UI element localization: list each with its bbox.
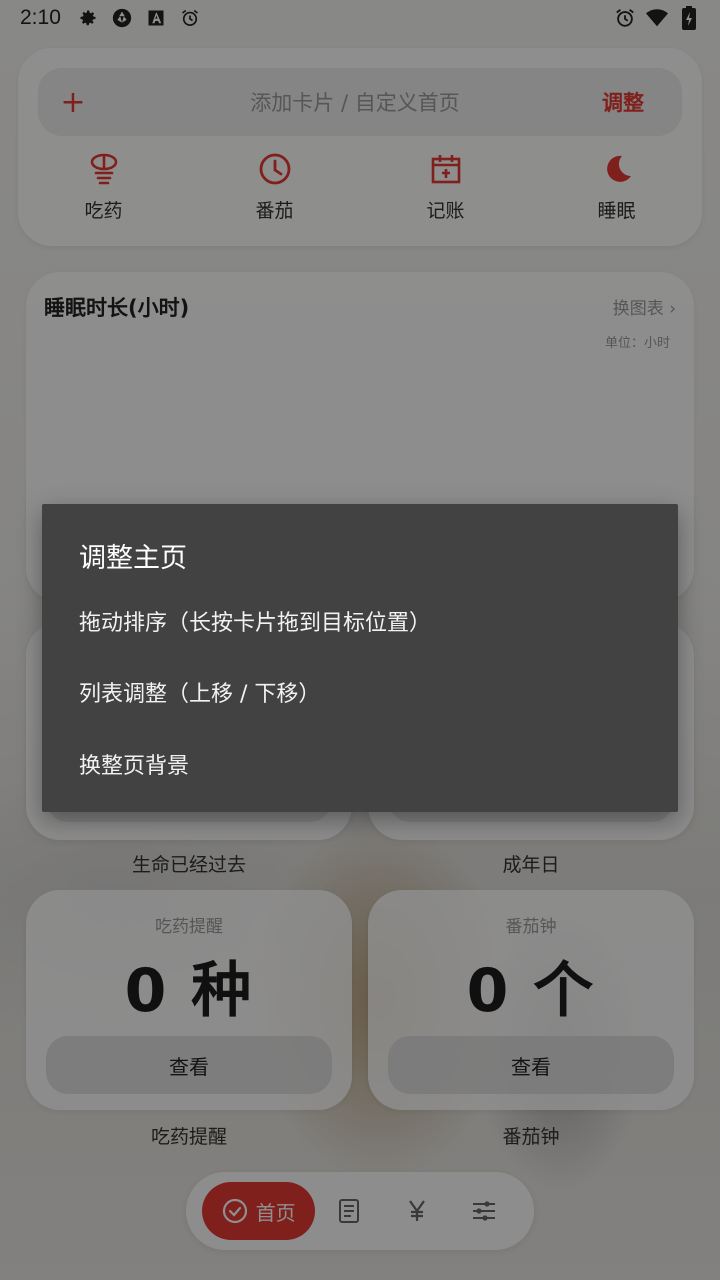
- dialog-option-change-background[interactable]: 换整页背景: [79, 739, 639, 789]
- adjust-home-dialog: 调整主页 拖动排序（长按卡片拖到目标位置） 列表调整（上移 / 下移） 换整页背…: [42, 504, 678, 812]
- dialog-option-drag-sort[interactable]: 拖动排序（长按卡片拖到目标位置）: [79, 596, 639, 646]
- dialog-option-list-adjust[interactable]: 列表调整（上移 / 下移）: [79, 667, 639, 717]
- dialog-title: 调整主页: [79, 543, 187, 574]
